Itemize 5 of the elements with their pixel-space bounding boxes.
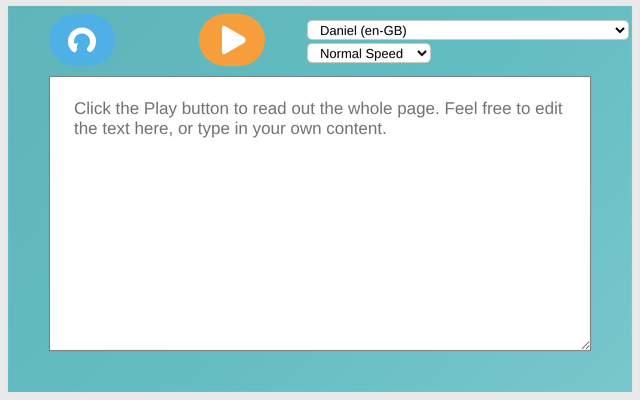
voice-select[interactable]: Daniel (en-GB)	[307, 20, 629, 40]
reload-button[interactable]	[49, 14, 115, 66]
play-button[interactable]	[199, 14, 265, 66]
text-area[interactable]: Click the Play button to read out the whole page. Feel free to edit the text here, or type in your own content.	[49, 76, 591, 351]
speed-select[interactable]: Normal Speed	[307, 43, 431, 63]
